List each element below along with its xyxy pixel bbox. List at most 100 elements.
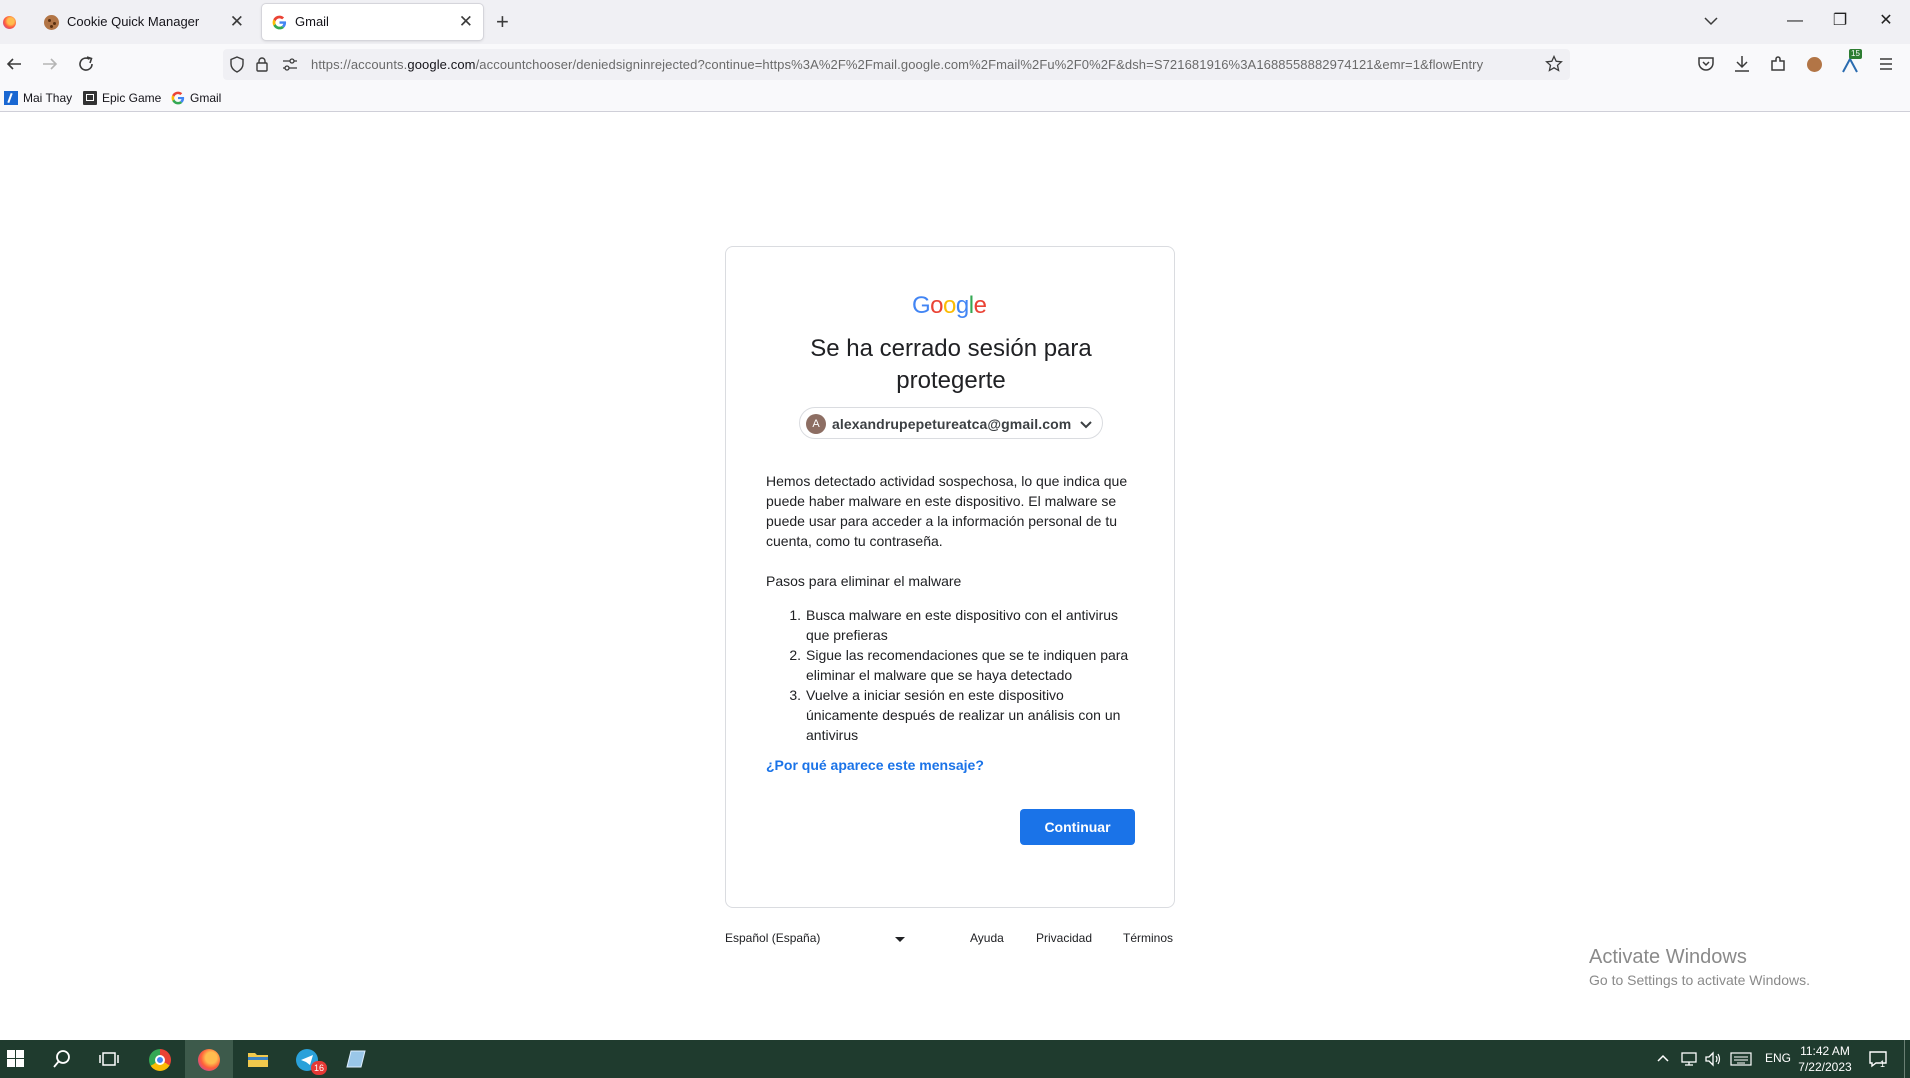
dropdown-arrow-icon[interactable] bbox=[895, 937, 905, 942]
bookmark-epic-game[interactable]: Epic Game bbox=[83, 90, 161, 106]
input-language[interactable]: ENG bbox=[1765, 1051, 1791, 1065]
search-icon bbox=[53, 1050, 70, 1068]
watermark-subtitle: Go to Settings to activate Windows. bbox=[1589, 972, 1810, 988]
windows-logo-icon bbox=[7, 1050, 24, 1067]
bookmark-label: Epic Game bbox=[102, 91, 162, 105]
task-view-icon bbox=[99, 1052, 119, 1066]
activate-windows-watermark: Activate Windows Go to Settings to activ… bbox=[1589, 946, 1810, 988]
volume-icon[interactable] bbox=[1704, 1051, 1722, 1067]
tracking-protection-shield-icon[interactable] bbox=[229, 56, 245, 73]
taskbar-chrome[interactable] bbox=[136, 1040, 184, 1078]
step-text: Sigue las recomendaciones que se te indi… bbox=[806, 647, 1129, 683]
bookmark-star-icon[interactable] bbox=[1545, 55, 1563, 73]
notification-count: 1 bbox=[1880, 1059, 1886, 1069]
network-icon[interactable] bbox=[1680, 1051, 1698, 1067]
chevron-up-icon[interactable] bbox=[1656, 1052, 1670, 1066]
svg-text:Google: Google bbox=[912, 292, 987, 319]
page-title: Se ha cerrado sesión para protegerte bbox=[810, 335, 1092, 394]
step-number: 3. bbox=[789, 687, 801, 703]
keyboard-icon[interactable] bbox=[1730, 1052, 1752, 1066]
cookie-quick-manager-icon[interactable] bbox=[1803, 53, 1825, 75]
steps-title: Pasos para eliminar el malware bbox=[766, 573, 962, 589]
privacy-link[interactable]: Privacidad bbox=[1036, 931, 1092, 945]
google-g-icon bbox=[272, 15, 287, 30]
close-tab-icon[interactable]: ✕ bbox=[459, 11, 473, 33]
bookmarks-toolbar: Mai Thay Epic Game Gmail bbox=[0, 84, 1910, 112]
minimize-icon[interactable]: — bbox=[1785, 10, 1805, 32]
pocket-icon[interactable] bbox=[1695, 53, 1717, 75]
google-logo: Google bbox=[912, 292, 987, 319]
terms-link[interactable]: Términos bbox=[1123, 931, 1173, 945]
help-link[interactable]: Ayuda bbox=[970, 931, 1004, 945]
extension-badge: 15 bbox=[1849, 49, 1862, 59]
firefox-icon bbox=[198, 1049, 220, 1071]
step-number: 1. bbox=[789, 607, 801, 623]
windows-taskbar: 16 ENG 11:42 AM 7/22/2023 1 bbox=[0, 1040, 1910, 1078]
steps-list: 1. Busca malware en este dispositivo con… bbox=[766, 605, 1136, 745]
chevron-down-icon bbox=[1080, 421, 1092, 429]
epic-games-icon bbox=[83, 91, 97, 105]
bookmark-label: Mai Thay bbox=[23, 91, 73, 105]
taskbar-telegram[interactable]: 16 bbox=[283, 1040, 331, 1078]
close-tab-icon[interactable]: ✕ bbox=[230, 11, 244, 33]
page-footer: Español (España) Ayuda Privacidad Términ… bbox=[725, 931, 1175, 951]
downloads-icon[interactable] bbox=[1731, 53, 1753, 75]
bookmark-label: Gmail bbox=[190, 91, 222, 105]
lock-icon[interactable] bbox=[255, 56, 269, 73]
avatar: A bbox=[806, 414, 826, 434]
show-desktop-button[interactable] bbox=[1904, 1040, 1910, 1078]
tab-title: Cookie Quick Manager bbox=[67, 14, 200, 29]
extensions-puzzle-icon[interactable] bbox=[1767, 53, 1789, 75]
continue-button[interactable]: Continuar bbox=[1020, 809, 1135, 845]
new-tab-plus-icon[interactable]: + bbox=[496, 11, 509, 33]
notepad-icon bbox=[346, 1050, 366, 1068]
tab-cookie-quick-manager[interactable]: Cookie Quick Manager ✕ bbox=[34, 4, 254, 40]
step-text: Busca malware en este dispositivo con el… bbox=[806, 607, 1119, 643]
chrome-icon bbox=[149, 1049, 171, 1071]
extension-figure-icon bbox=[1842, 57, 1858, 73]
why-message-link[interactable]: ¿Por qué aparece este mensaje? bbox=[766, 757, 984, 773]
tab-title: Gmail bbox=[295, 14, 329, 29]
tab-gmail[interactable]: Gmail ✕ bbox=[262, 4, 483, 40]
bookmark-mai-thay[interactable]: Mai Thay bbox=[4, 90, 72, 106]
list-item: 3. Vuelve a iniciar sesión en este dispo… bbox=[766, 685, 1136, 745]
url-path: /accountchooser/deniedsigninrejected?con… bbox=[475, 57, 1484, 72]
firefox-icon bbox=[3, 16, 16, 29]
url-text[interactable]: https://accounts.google.com/accountchoos… bbox=[311, 57, 1541, 72]
task-view-button[interactable] bbox=[86, 1040, 134, 1078]
navigation-toolbar: https://accounts.google.com/accountchoos… bbox=[0, 44, 1910, 84]
account-chip[interactable]: A alexandrupepetureatca@gmail.com bbox=[799, 407, 1103, 439]
restore-icon[interactable]: ❐ bbox=[1830, 10, 1850, 32]
taskbar-file-explorer[interactable] bbox=[234, 1040, 282, 1078]
step-number: 2. bbox=[789, 647, 801, 663]
notification-badge: 16 bbox=[311, 1061, 327, 1075]
reload-icon[interactable] bbox=[75, 53, 97, 75]
list-all-tabs-chevron-icon[interactable] bbox=[1701, 10, 1721, 32]
search-button[interactable] bbox=[38, 1040, 86, 1078]
close-window-icon[interactable]: ✕ bbox=[1876, 10, 1896, 32]
forward-arrow-icon[interactable] bbox=[39, 53, 61, 75]
action-center-button[interactable]: 1 bbox=[1868, 1049, 1888, 1069]
taskbar-app[interactable] bbox=[333, 1040, 381, 1078]
warning-text: Hemos detectado actividad sospechosa, lo… bbox=[766, 473, 1128, 549]
folder-icon bbox=[248, 1053, 268, 1067]
google-g-icon bbox=[171, 91, 185, 105]
permissions-icon[interactable] bbox=[282, 57, 298, 72]
clock[interactable]: 11:42 AM 7/22/2023 bbox=[1797, 1043, 1853, 1075]
bookmark-gmail[interactable]: Gmail bbox=[171, 90, 221, 106]
url-prefix: https://accounts. bbox=[311, 57, 408, 72]
hamburger-menu-icon[interactable] bbox=[1875, 53, 1897, 75]
clock-time: 11:42 AM bbox=[1800, 1044, 1850, 1058]
tab-strip: Cookie Quick Manager ✕ Gmail ✕ + — ❐ ✕ bbox=[0, 0, 1910, 44]
language-label: Español (España) bbox=[725, 931, 821, 945]
language-select[interactable]: Español (España) bbox=[725, 931, 820, 945]
url-bar[interactable]: https://accounts.google.com/accountchoos… bbox=[223, 49, 1570, 80]
cookie-icon bbox=[44, 15, 59, 30]
extension-icon[interactable]: 15 bbox=[1839, 49, 1862, 75]
taskbar-firefox[interactable] bbox=[185, 1040, 233, 1078]
watermark-title: Activate Windows bbox=[1589, 946, 1747, 968]
firefox-view-button[interactable] bbox=[0, 10, 20, 34]
signin-card: Google Se ha cerrado sesión para protege… bbox=[725, 246, 1175, 908]
bookmark-favicon-icon bbox=[4, 91, 18, 105]
back-arrow-icon[interactable] bbox=[3, 53, 25, 75]
